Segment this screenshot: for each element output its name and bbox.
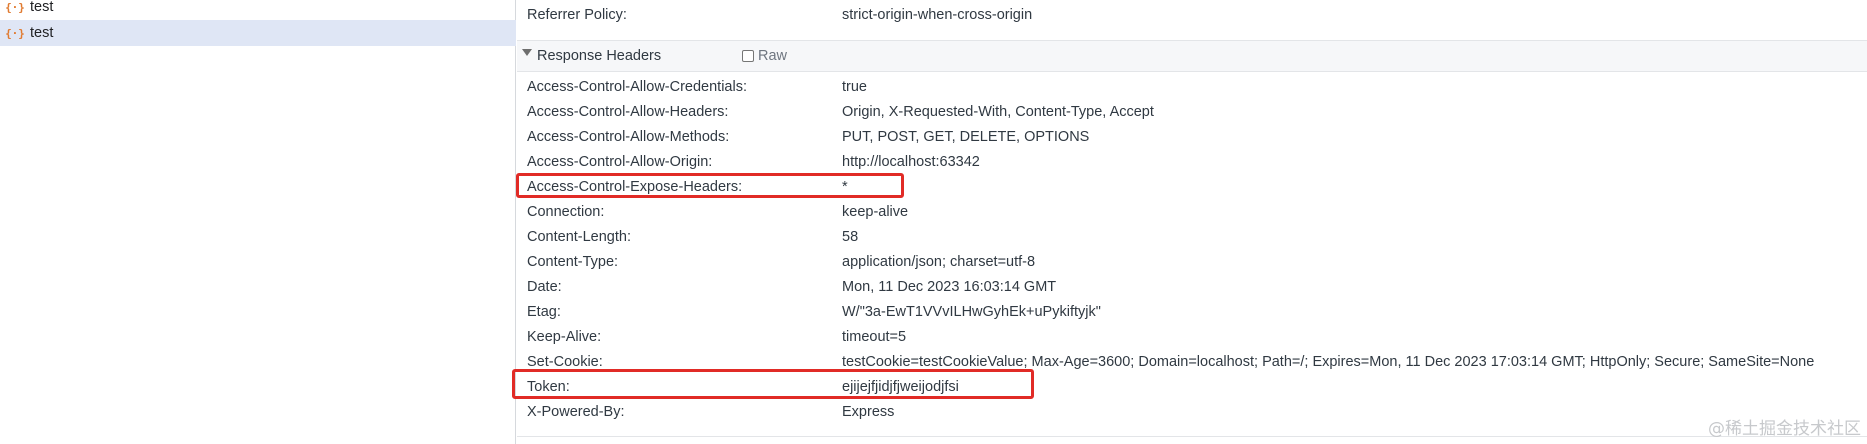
header-key: Content-Type:	[527, 254, 619, 270]
collapse-triangle-icon[interactable]	[522, 49, 532, 56]
header-value: strict-origin-when-cross-origin	[842, 7, 1033, 23]
header-value: timeout=5	[842, 329, 907, 345]
request-row-test-2[interactable]: {·} test	[0, 20, 516, 46]
request-row-test-1[interactable]: {·} test	[0, 0, 516, 20]
raw-checkbox[interactable]	[742, 50, 754, 62]
header-key: Keep-Alive:	[527, 329, 602, 345]
header-key: Content-Length:	[527, 229, 631, 245]
header-value: 58	[842, 229, 859, 245]
header-value: ejijejfjidjfjweijodjfsi	[842, 379, 959, 395]
response-headers-section-header: Response Headers Raw	[517, 40, 1867, 72]
header-key: Etag:	[527, 304, 561, 320]
header-value: application/json; charset=utf-8	[842, 254, 1036, 270]
header-key: Access-Control-Allow-Headers:	[527, 104, 729, 120]
response-headers-title[interactable]: Response Headers	[537, 41, 661, 71]
request-name: test	[30, 0, 54, 15]
header-value: testCookie=testCookieValue; Max-Age=3600…	[842, 354, 1815, 370]
request-list: {·} test {·} test	[0, 0, 516, 444]
xhr-icon: {·}	[5, 0, 25, 14]
header-key: Access-Control-Allow-Methods:	[527, 129, 730, 145]
header-value: W/"3a-EwT1VVvILHwGyhEk+uPykiftyjk"	[842, 304, 1101, 320]
header-key: Access-Control-Allow-Origin:	[527, 154, 713, 170]
header-value: http://localhost:63342	[842, 154, 980, 170]
header-value: keep-alive	[842, 204, 909, 220]
header-value: *	[842, 179, 848, 195]
header-key: Referrer Policy:	[527, 7, 627, 23]
header-value: Mon, 11 Dec 2023 16:03:14 GMT	[842, 279, 1057, 295]
header-key: Set-Cookie:	[527, 354, 603, 370]
header-value: Express	[842, 404, 895, 420]
header-value: Origin, X-Requested-With, Content-Type, …	[842, 104, 1154, 120]
header-key: Access-Control-Allow-Credentials:	[527, 79, 747, 95]
header-key: Date:	[527, 279, 562, 295]
xhr-icon: {·}	[5, 26, 25, 40]
header-value: PUT, POST, GET, DELETE, OPTIONS	[842, 129, 1090, 145]
request-name: test	[30, 25, 54, 41]
watermark: @稀土掘金技术社区	[1708, 419, 1861, 439]
header-key: Connection:	[527, 204, 605, 220]
raw-toggle[interactable]: Raw	[742, 48, 787, 64]
header-key: Token:	[527, 379, 570, 395]
divider	[517, 436, 1867, 437]
header-key: Access-Control-Expose-Headers:	[527, 179, 743, 195]
headers-panel: Referrer Policy: strict-origin-when-cros…	[517, 0, 1867, 444]
header-value: true	[842, 79, 867, 95]
header-key: X-Powered-By:	[527, 404, 625, 420]
raw-label: Raw	[758, 48, 788, 64]
